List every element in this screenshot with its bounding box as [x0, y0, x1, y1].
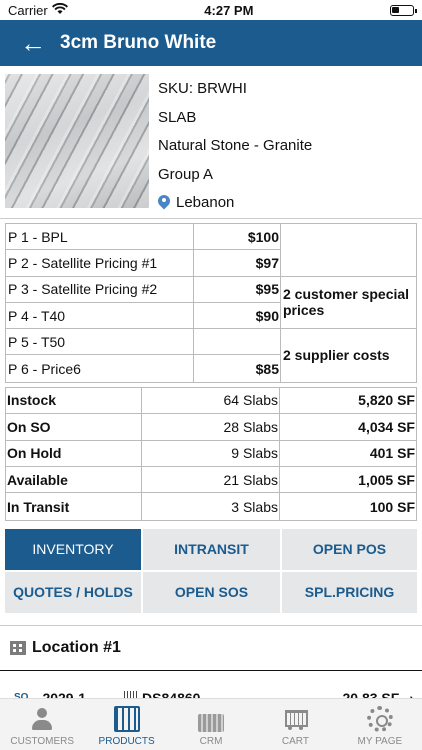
nav-bar: ← 3cm Bruno White — [0, 20, 422, 66]
crm-icon — [198, 714, 225, 732]
tab-bar: CUSTOMERS PRODUCTS CRM CART MY PAGE — [0, 698, 422, 750]
price-row[interactable]: P 1 - BPL $100 — [6, 224, 280, 251]
person-icon — [29, 706, 55, 732]
tab-quotes-holds[interactable]: QUOTES / HOLDS — [5, 571, 141, 613]
inventory-slabs: 64 Slabs — [142, 387, 280, 414]
tabbar-item-customers[interactable]: CUSTOMERS — [0, 699, 84, 750]
inventory-label: In Transit — [6, 493, 142, 520]
back-arrow-icon[interactable]: ← — [20, 30, 46, 56]
price-row[interactable]: P 5 - T50 — [6, 329, 280, 356]
price-value: $97 — [255, 254, 279, 271]
price-label: P 5 - T50 — [6, 329, 194, 355]
inventory-row[interactable]: Instock 64 Slabs 5,820 SF — [6, 387, 416, 415]
product-group: Group A — [158, 165, 214, 183]
inventory-label: On Hold — [6, 440, 142, 466]
inventory-table: Instock 64 Slabs 5,820 SF On SO 28 Slabs… — [5, 386, 417, 521]
detail-tabs: INVENTORY INTRANSIT OPEN POS QUOTES / HO… — [5, 528, 417, 613]
inventory-sf: 1,005 SF — [358, 471, 415, 488]
customer-special-prices[interactable]: 2 customer special prices — [281, 277, 416, 330]
status-bar: Carrier 4:27 PM — [0, 0, 422, 20]
price-label: P 2 - Satellite Pricing #1 — [6, 250, 194, 276]
price-side-column: 2 customer special prices 2 supplier cos… — [281, 224, 416, 382]
sku-label: SKU: BRWHI — [158, 80, 247, 97]
price-row[interactable]: P 6 - Price6 $85 — [6, 355, 280, 382]
price-label: P 1 - BPL — [6, 224, 194, 250]
divider — [0, 218, 422, 219]
inventory-slabs: 3 Slabs — [142, 493, 280, 520]
price-row[interactable]: P 4 - T40 $90 — [6, 302, 280, 330]
inventory-slabs: 28 Slabs — [142, 414, 280, 440]
tabbar-item-my-page[interactable]: MY PAGE — [338, 699, 422, 750]
location-header: Location #1 — [0, 626, 422, 670]
pricing-table: P 1 - BPL $100 P 2 - Satellite Pricing #… — [5, 223, 417, 383]
price-label: P 3 - Satellite Pricing #2 — [6, 276, 194, 302]
location-title: Location #1 — [32, 638, 121, 656]
wifi-icon — [51, 2, 68, 18]
inventory-sf: 4,034 SF — [358, 418, 415, 435]
price-value: $100 — [247, 228, 279, 245]
tabbar-label: PRODUCTS — [98, 736, 155, 747]
inventory-row[interactable]: In Transit 3 Slabs 100 SF — [6, 493, 416, 520]
tab-spl-pricing[interactable]: SPL.PRICING — [282, 571, 417, 613]
inventory-label: Instock — [6, 387, 142, 414]
price-label: P 6 - Price6 — [6, 355, 194, 382]
building-icon — [10, 640, 26, 655]
inventory-sf: 5,820 SF — [358, 392, 415, 409]
inventory-sf: 100 SF — [369, 498, 415, 515]
battery-icon — [390, 4, 417, 16]
product-image[interactable] — [5, 74, 149, 208]
carrier-label: Carrier — [8, 2, 48, 18]
product-header: SKU: BRWHI SLAB Natural Stone - Granite … — [0, 66, 422, 218]
page-title: 3cm Bruno White — [60, 32, 217, 53]
product-category: Natural Stone - Granite — [158, 137, 313, 154]
empty-cell — [281, 224, 416, 277]
supplier-costs[interactable]: 2 supplier costs — [281, 329, 416, 382]
price-list: P 1 - BPL $100 P 2 - Satellite Pricing #… — [6, 224, 281, 382]
tabbar-label: MY PAGE — [357, 736, 403, 747]
status-time: 4:27 PM — [204, 2, 254, 18]
price-value: $95 — [255, 281, 279, 298]
tabbar-label: CART — [281, 736, 309, 747]
tab-intransit[interactable]: INTRANSIT — [143, 528, 280, 570]
tabbar-item-cart[interactable]: CART — [253, 699, 337, 750]
inventory-row[interactable]: On Hold 9 Slabs 401 SF — [6, 440, 416, 467]
gear-icon — [366, 706, 393, 732]
book-icon — [113, 706, 140, 732]
tabbar-label: CRM — [199, 736, 223, 747]
tab-inventory[interactable]: INVENTORY — [5, 528, 141, 570]
price-row[interactable]: P 3 - Satellite Pricing #2 $95 — [6, 276, 280, 303]
inventory-row[interactable]: Available 21 Slabs 1,005 SF — [6, 466, 416, 494]
tab-open-pos[interactable]: OPEN POS — [282, 528, 417, 570]
tabbar-item-crm[interactable]: CRM — [169, 699, 253, 750]
inventory-slabs: 9 Slabs — [142, 440, 280, 466]
inventory-label: On SO — [6, 414, 142, 440]
tabbar-label: CUSTOMERS — [10, 736, 75, 747]
tab-open-sos[interactable]: OPEN SOS — [143, 571, 280, 613]
tabbar-item-products[interactable]: PRODUCTS — [84, 699, 168, 750]
origin-label: Lebanon — [176, 194, 235, 211]
location-pin-icon — [158, 195, 170, 211]
price-value: $90 — [255, 307, 279, 324]
price-label: P 4 - T40 — [6, 302, 194, 329]
cart-icon — [282, 706, 309, 732]
inventory-label: Available — [6, 466, 142, 493]
inventory-row[interactable]: On SO 28 Slabs 4,034 SF — [6, 414, 416, 441]
product-meta: SKU: BRWHI SLAB Natural Stone - Granite … — [149, 70, 312, 218]
inventory-sf: 401 SF — [369, 445, 415, 462]
price-value: $85 — [255, 360, 279, 377]
product-type: SLAB — [158, 108, 197, 126]
price-row[interactable]: P 2 - Satellite Pricing #1 $97 — [6, 250, 280, 277]
status-left: Carrier — [8, 2, 68, 18]
product-origin: Lebanon — [158, 189, 312, 218]
inventory-slabs: 21 Slabs — [142, 466, 280, 493]
